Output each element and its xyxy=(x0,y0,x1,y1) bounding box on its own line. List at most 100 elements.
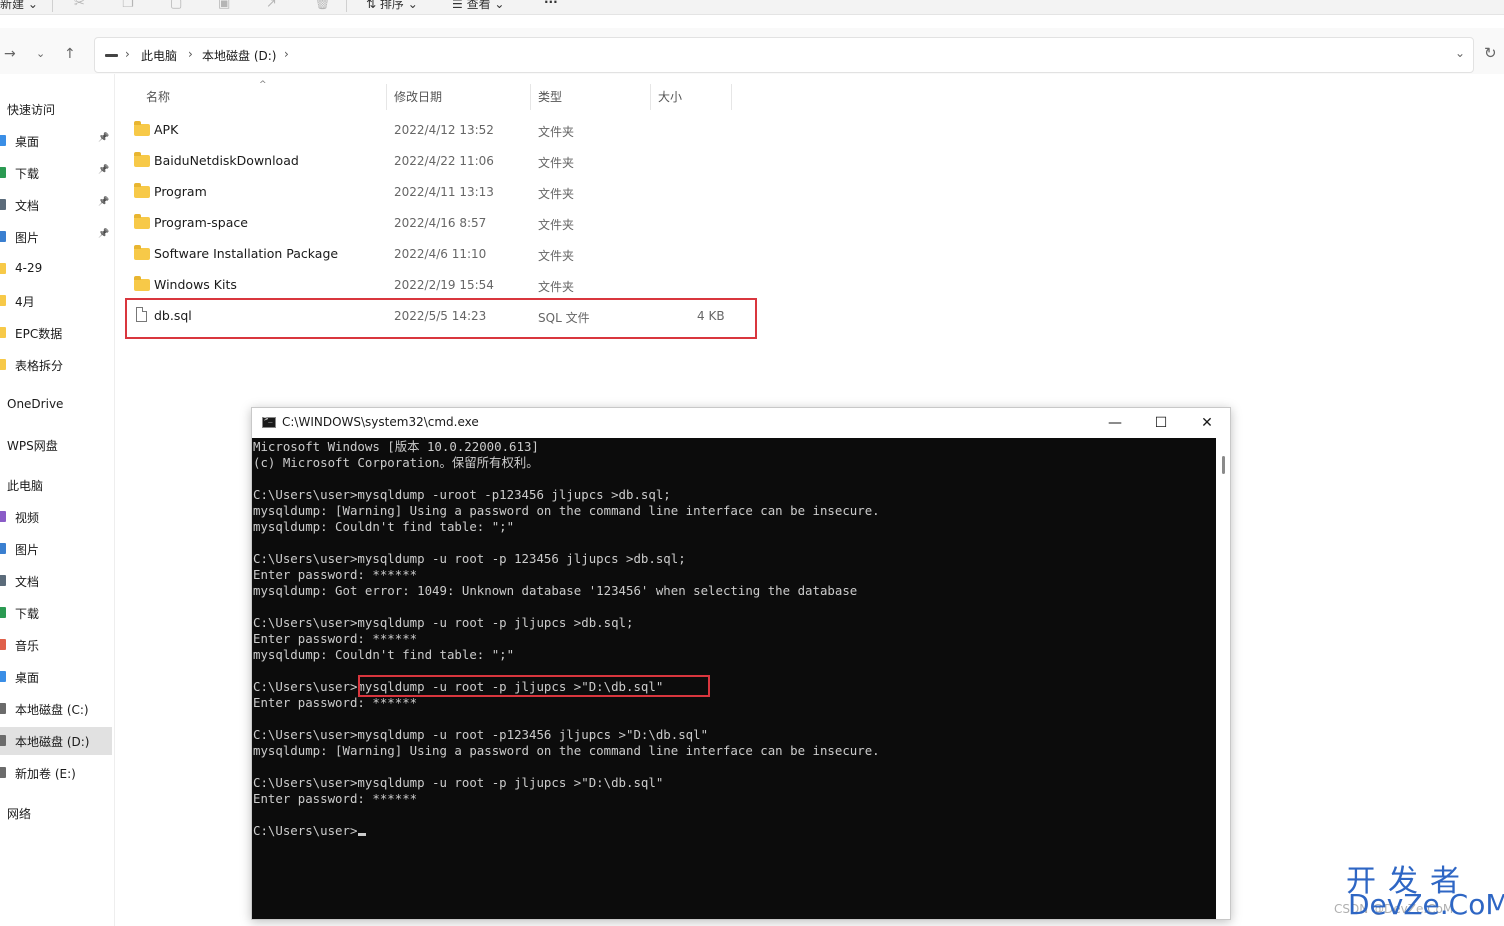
pin-icon[interactable]: 📌 xyxy=(98,165,109,175)
sort-button[interactable]: ⇅ 排序 ⌄ xyxy=(366,0,418,14)
sidebar-item-label: 图片 xyxy=(15,543,40,557)
console-line-text: Microsoft Windows [版本 10.0.22000.613] xyxy=(253,439,539,454)
chevron-right-icon[interactable]: › xyxy=(188,47,193,61)
paste-icon[interactable]: ▢ xyxy=(170,0,182,14)
column-header-date[interactable]: 修改日期 xyxy=(394,88,442,105)
up-icon[interactable]: ↑ xyxy=(64,44,76,64)
sidebar-item[interactable]: WPS网盘 xyxy=(0,431,112,459)
column-header-type[interactable]: 类型 xyxy=(538,88,562,105)
pin-icon[interactable]: 📌 xyxy=(98,197,109,207)
sidebar-item[interactable]: 本地磁盘 (C:) xyxy=(0,695,112,723)
sidebar-item[interactable]: 网络 xyxy=(0,799,112,827)
console-output[interactable]: Microsoft Windows [版本 10.0.22000.613] (c)… xyxy=(252,438,1230,919)
new-button[interactable]: 新建 ⌄ xyxy=(0,0,38,14)
breadcrumb-drive-d[interactable]: 本地磁盘 (D:) xyxy=(202,47,276,64)
console-line: C:\Users\user> xyxy=(253,823,880,839)
console-line: Microsoft Windows [版本 10.0.22000.613] xyxy=(253,439,880,455)
toolbar-divider xyxy=(346,0,347,12)
file-row[interactable]: BaiduNetdiskDownload 2022/4/22 11:06 文件夹 xyxy=(128,146,748,176)
sidebar-item[interactable]: 图片 xyxy=(0,535,112,563)
sidebar-item[interactable]: 本地磁盘 (D:) xyxy=(0,727,112,755)
close-button[interactable]: ✕ xyxy=(1184,410,1230,436)
scrollbar-thumb[interactable] xyxy=(1222,456,1225,474)
console-line: Enter password: ****** xyxy=(253,631,880,647)
sidebar-item[interactable]: EPC数据 xyxy=(0,319,112,347)
cut-icon[interactable]: ✂ xyxy=(74,0,85,14)
sidebar-item[interactable]: 表格拆分 xyxy=(0,351,112,379)
sidebar-item-label: 新加卷 (E:) xyxy=(15,767,76,781)
sidebar-item[interactable]: 桌面 xyxy=(0,663,112,691)
picture-icon xyxy=(0,231,6,242)
sidebar-item[interactable]: 文档 📌 xyxy=(0,191,112,219)
forward-icon[interactable]: → xyxy=(4,44,16,64)
sidebar-item[interactable]: 4-29 xyxy=(0,255,112,283)
file-type: 文件夹 xyxy=(538,125,575,139)
file-row[interactable]: Program 2022/4/11 13:13 文件夹 xyxy=(128,177,748,207)
sidebar-item[interactable]: 新加卷 (E:) xyxy=(0,759,112,787)
console-line: C:\Users\user>mysqldump -u root -p jljup… xyxy=(253,615,880,631)
drive-icon xyxy=(0,767,6,778)
sidebar-item-label: 本地磁盘 (D:) xyxy=(15,735,90,749)
sidebar-item[interactable]: OneDrive xyxy=(0,391,112,419)
file-date: 2022/2/19 15:54 xyxy=(394,278,494,292)
document-icon xyxy=(0,199,6,210)
chevron-right-icon[interactable]: › xyxy=(284,47,289,61)
address-bar[interactable]: › 此电脑 › 本地磁盘 (D:) › ⌄ xyxy=(94,37,1474,73)
sidebar-item[interactable]: 视频 xyxy=(0,503,112,531)
file-date: 2022/4/16 8:57 xyxy=(394,216,487,230)
console-line: mysqldump: Got error: 1049: Unknown data… xyxy=(253,583,880,599)
sidebar-item[interactable]: 音乐 xyxy=(0,631,112,659)
breadcrumb-this-pc[interactable]: 此电脑 xyxy=(141,47,177,64)
console-line-text: C:\Users\user>mysqldump -u root -p jljup… xyxy=(253,615,634,630)
minimize-button[interactable]: — xyxy=(1092,410,1138,436)
file-type: 文件夹 xyxy=(538,280,575,294)
console-line: C:\Users\user>mysqldump -uroot -p123456 … xyxy=(253,487,880,503)
maximize-button[interactable]: ☐ xyxy=(1138,410,1184,436)
chevron-right-icon[interactable]: › xyxy=(125,47,130,61)
delete-icon[interactable]: 🗑 xyxy=(314,0,331,14)
column-header-size[interactable]: 大小 xyxy=(658,88,682,105)
column-divider[interactable] xyxy=(530,84,531,110)
sidebar-item-label: OneDrive xyxy=(7,397,64,411)
file-row[interactable]: Windows Kits 2022/2/19 15:54 文件夹 xyxy=(128,270,748,300)
share-icon[interactable]: ↗ xyxy=(266,0,277,14)
folder-icon xyxy=(134,276,150,291)
console-line-text: mysqldump: Got error: 1049: Unknown data… xyxy=(253,583,858,598)
sidebar-item[interactable]: 下载 xyxy=(0,599,112,627)
recent-locations-icon[interactable]: ⌄ xyxy=(36,44,45,64)
sidebar-item[interactable]: 桌面 📌 xyxy=(0,127,112,155)
sidebar-item[interactable]: 下载 📌 xyxy=(0,159,112,187)
file-name: Software Installation Package xyxy=(154,246,339,261)
column-header-name[interactable]: 名称 xyxy=(146,88,170,105)
console-line-text: Enter password: ****** xyxy=(253,631,418,646)
sidebar-item-label: 快速访问 xyxy=(7,103,56,117)
highlight-box-db-sql xyxy=(125,298,757,339)
cmd-title-bar[interactable]: C:\WINDOWS\system32\cmd.exe — ☐ ✕ xyxy=(252,408,1230,438)
address-dropdown-icon[interactable]: ⌄ xyxy=(1455,46,1465,60)
file-name: Windows Kits xyxy=(154,277,237,292)
cmd-window[interactable]: C:\WINDOWS\system32\cmd.exe — ☐ ✕ Micros… xyxy=(251,407,1231,920)
file-row[interactable]: Software Installation Package 2022/4/6 11… xyxy=(128,239,748,269)
sidebar-item[interactable]: 图片 📌 xyxy=(0,223,112,251)
more-options-icon[interactable]: ··· xyxy=(544,0,558,12)
sidebar-item-label: 本地磁盘 (C:) xyxy=(15,703,89,717)
pin-icon[interactable]: 📌 xyxy=(98,133,109,143)
column-divider[interactable] xyxy=(386,84,387,110)
sidebar-item[interactable]: 文档 xyxy=(0,567,112,595)
highlight-box-command xyxy=(358,675,710,697)
refresh-icon[interactable]: ↻ xyxy=(1484,44,1497,62)
console-line: mysqldump: Couldn't find table: ";" xyxy=(253,519,880,535)
copy-icon[interactable]: ❐ xyxy=(122,0,134,14)
column-divider[interactable] xyxy=(650,84,651,110)
sidebar-item[interactable]: 4月 xyxy=(0,287,112,315)
file-row[interactable]: Program-space 2022/4/16 8:57 文件夹 xyxy=(128,208,748,238)
console-scrollbar[interactable] xyxy=(1216,438,1230,919)
column-divider[interactable] xyxy=(731,84,732,110)
file-row[interactable]: APK 2022/4/12 13:52 文件夹 xyxy=(128,115,748,145)
rename-icon[interactable]: ▣ xyxy=(218,0,230,14)
sidebar-item[interactable]: 此电脑 xyxy=(0,471,112,499)
console-line: C:\Users\user>mysqldump -u root -p jljup… xyxy=(253,775,880,791)
pin-icon[interactable]: 📌 xyxy=(98,229,109,239)
view-button[interactable]: ☰ 查看 ⌄ xyxy=(452,0,504,14)
sidebar-item[interactable]: 快速访问 xyxy=(0,95,112,123)
